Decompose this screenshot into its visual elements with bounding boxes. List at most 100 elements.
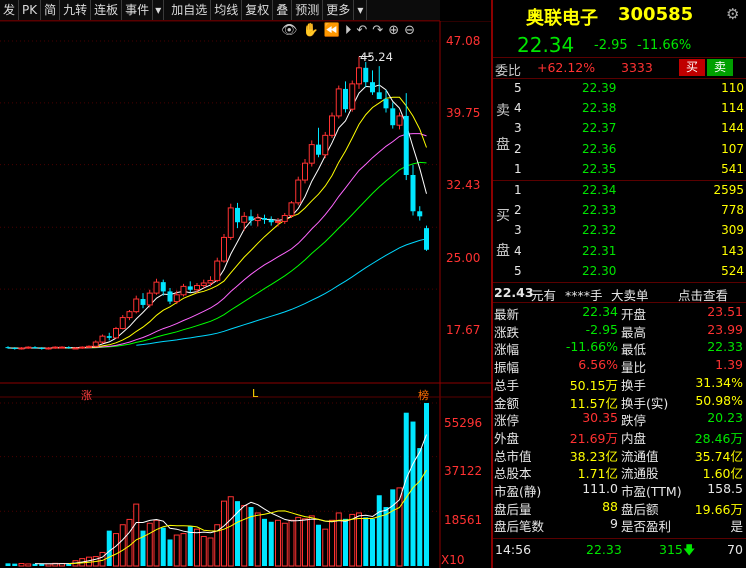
- zoom-in-icon[interactable]: ⊕: [388, 23, 399, 38]
- candle-body: [417, 211, 423, 217]
- price-axis-label: 47.08: [446, 34, 481, 48]
- candle-body: [12, 347, 18, 349]
- toolbar-item-fuquan[interactable]: 复权: [242, 0, 274, 20]
- orderbook-row[interactable]: 1 22.35 541: [493, 160, 746, 180]
- toolbar-item-jian[interactable]: 简: [41, 0, 61, 20]
- volume-bar: [221, 500, 227, 567]
- volume-bar: [113, 533, 119, 567]
- orderbook-row[interactable]: 3 22.32 309: [493, 221, 746, 241]
- sell-button[interactable]: 卖: [707, 59, 733, 76]
- candle-body: [254, 217, 261, 222]
- l-marker[interactable]: L: [252, 387, 258, 400]
- quote-value: 23.51: [707, 304, 743, 319]
- candle-body: [221, 236, 227, 262]
- candle-body: [59, 346, 65, 349]
- kline-chart[interactable]: [0, 21, 492, 568]
- toolbar-item-overlay[interactable]: 叠: [273, 0, 293, 20]
- toolbar-item-forecast[interactable]: 预测: [292, 0, 324, 20]
- candle-body: [52, 346, 59, 349]
- quote-label: 是否盈利: [621, 519, 672, 535]
- buy-button[interactable]: 买: [679, 59, 705, 76]
- toolbar-item-jiuzhuan[interactable]: 九转: [60, 0, 92, 20]
- volume-bar: [370, 518, 375, 566]
- candle-body: [153, 281, 160, 294]
- candle-body: [140, 299, 146, 305]
- toolbar-item-ma[interactable]: 均线: [211, 0, 243, 20]
- gear-icon[interactable]: ⚙: [726, 5, 739, 23]
- volume-bar: [316, 524, 321, 566]
- quote-value: 158.5: [707, 481, 743, 496]
- quote-row: 最新 22.34 开盘 23.51: [493, 304, 746, 322]
- quote-value: 22.33: [707, 339, 743, 355]
- orderbook-row[interactable]: 4 22.38 114: [493, 99, 746, 119]
- quote-value: 20.23: [707, 410, 743, 426]
- volume-bar: [200, 536, 207, 567]
- hand-icon[interactable]: ✋: [303, 23, 319, 38]
- quote-row: 盘后笔数 9 是否盈利 是: [493, 516, 746, 535]
- ranking-marker[interactable]: 榜: [418, 387, 429, 403]
- quote-value: 38.23亿: [569, 448, 618, 464]
- orderbook-row[interactable]: 1 22.34 2595: [493, 181, 746, 201]
- candle-body: [92, 341, 99, 347]
- orderbook-row[interactable]: 3 22.37 144: [493, 119, 746, 139]
- orderbook-row[interactable]: 2 22.36 107: [493, 140, 746, 160]
- toolbar-item-lianban[interactable]: 连板: [91, 0, 123, 20]
- eye-icon[interactable]: 👁: [281, 23, 298, 38]
- candle-body: [268, 219, 274, 223]
- volume-bar: [302, 518, 308, 567]
- orderbook-row[interactable]: 5 22.39 110: [493, 79, 746, 99]
- toolbar-item-add-watchlist[interactable]: 加自选: [168, 0, 212, 20]
- play-icon[interactable]: ⏵: [345, 23, 352, 38]
- candle-body: [329, 115, 335, 136]
- zoom-out-icon[interactable]: ⊖: [404, 23, 415, 38]
- orderbook-volume: 541: [721, 161, 744, 176]
- quote-label: 流通股: [621, 466, 659, 482]
- candle-body: [376, 92, 382, 100]
- quote-label: 外盘: [494, 430, 520, 446]
- rewind-icon[interactable]: ⏪: [324, 23, 340, 38]
- orderbook-row[interactable]: 5 22.30 524: [493, 262, 746, 282]
- candle-body: [32, 347, 38, 349]
- orderbook-volume: 107: [721, 141, 744, 156]
- events-dropdown-icon[interactable]: ▾: [153, 0, 165, 20]
- volume-bar: [25, 563, 32, 567]
- quote-label: 内盘: [621, 430, 647, 446]
- candle-body: [227, 207, 234, 238]
- toolbar-item-pk[interactable]: PK: [19, 0, 42, 20]
- quote-label: 盘后笔数: [494, 519, 545, 535]
- kline-chart-area[interactable]: 👁 ✋ ⏪ ⏵ ↶ ↷ ⊕ ⊖ 47.08 39.75 32.43 25.00 …: [0, 21, 492, 568]
- quote-value: 1.60亿: [702, 466, 743, 482]
- toolbar-item-more[interactable]: 更多: [323, 0, 355, 20]
- volume-bar: [403, 412, 409, 566]
- volume-axis-label: 18561: [444, 513, 483, 527]
- volume-bar: [322, 528, 329, 567]
- orderbook-volume: 524: [721, 263, 744, 278]
- toolbar-item-fa[interactable]: 发: [0, 0, 20, 20]
- candle-body: [214, 260, 221, 281]
- orderbook-level: 3: [514, 121, 522, 136]
- price-change: -2.95: [594, 38, 628, 53]
- candle-body: [194, 285, 200, 291]
- orderbook-level: 2: [514, 141, 522, 156]
- orderbook-row[interactable]: 2 22.33 778: [493, 201, 746, 221]
- more-dropdown-icon[interactable]: ▾: [354, 0, 368, 20]
- limit-up-marker[interactable]: 涨: [81, 387, 92, 403]
- toolbar-item-shijian[interactable]: 事件: [122, 0, 154, 20]
- volume-bar: [180, 533, 187, 567]
- undo-icon[interactable]: ↶: [356, 23, 367, 38]
- volume-bar: [424, 403, 429, 566]
- volume-axis-label: 37122: [444, 464, 483, 478]
- quote-label: 涨跌: [494, 324, 520, 340]
- quote-value: 1.39: [715, 357, 743, 373]
- tick-time: 14:56: [495, 542, 532, 557]
- volume-bar: [12, 563, 18, 566]
- divider: [493, 57, 746, 58]
- volume-bar: [126, 518, 133, 567]
- orderbook-row[interactable]: 4 22.31 143: [493, 242, 746, 262]
- candle-body: [241, 215, 248, 223]
- redo-icon[interactable]: ↷: [372, 23, 383, 38]
- orderbook-volume: 144: [721, 121, 744, 136]
- quote-label: 最高: [621, 324, 647, 340]
- volume-bar: [262, 518, 267, 566]
- candle-body: [66, 347, 72, 349]
